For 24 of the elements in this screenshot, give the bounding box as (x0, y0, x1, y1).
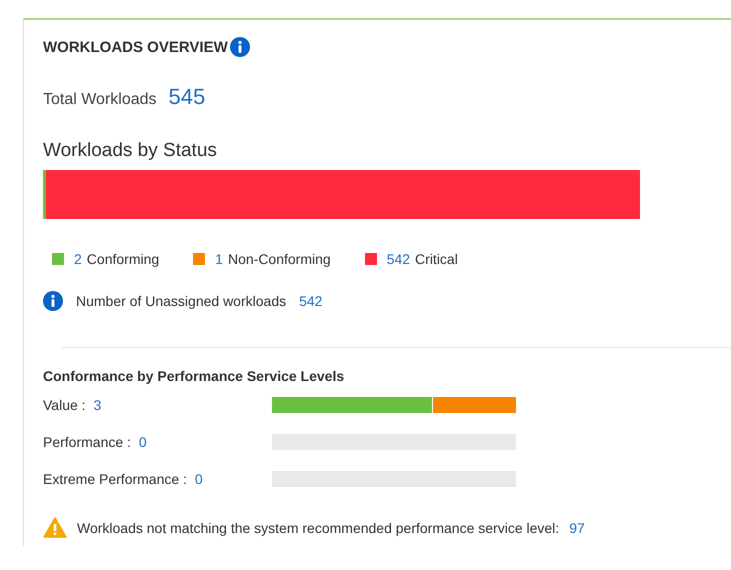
unassigned-count: 542 (299, 293, 322, 309)
legend-count: 542 (386, 251, 410, 267)
legend-count: 1 (215, 251, 223, 267)
info-icon (230, 37, 250, 57)
panel-title: WORKLOADS OVERVIEW (43, 38, 228, 56)
legend-label: Critical (415, 251, 458, 267)
total-count: 545 (168, 84, 206, 110)
level-label: Value : (43, 396, 86, 412)
legend-label: Conforming (86, 251, 160, 267)
section-title: Conformance by Performance Service Levels (43, 368, 346, 384)
level-count: 0 (194, 470, 203, 486)
legend-count: 2 (74, 251, 82, 267)
level-count: 0 (138, 434, 147, 450)
warning-label: Workloads not matching the system recommended performance service level: (77, 520, 560, 536)
unassigned-label: Number of Unassigned workloads (76, 293, 286, 309)
level-label: Extreme Performance : (43, 470, 187, 486)
level-label: Performance : (43, 434, 131, 450)
section-title: Workloads by Status (43, 140, 218, 162)
total-label: Total Workloads (43, 91, 157, 109)
level-count: 3 (93, 396, 102, 412)
warning-count: 97 (569, 520, 585, 536)
warning-icon (43, 517, 67, 538)
info-icon (43, 291, 63, 311)
legend-label: Non-Conforming (228, 251, 331, 267)
